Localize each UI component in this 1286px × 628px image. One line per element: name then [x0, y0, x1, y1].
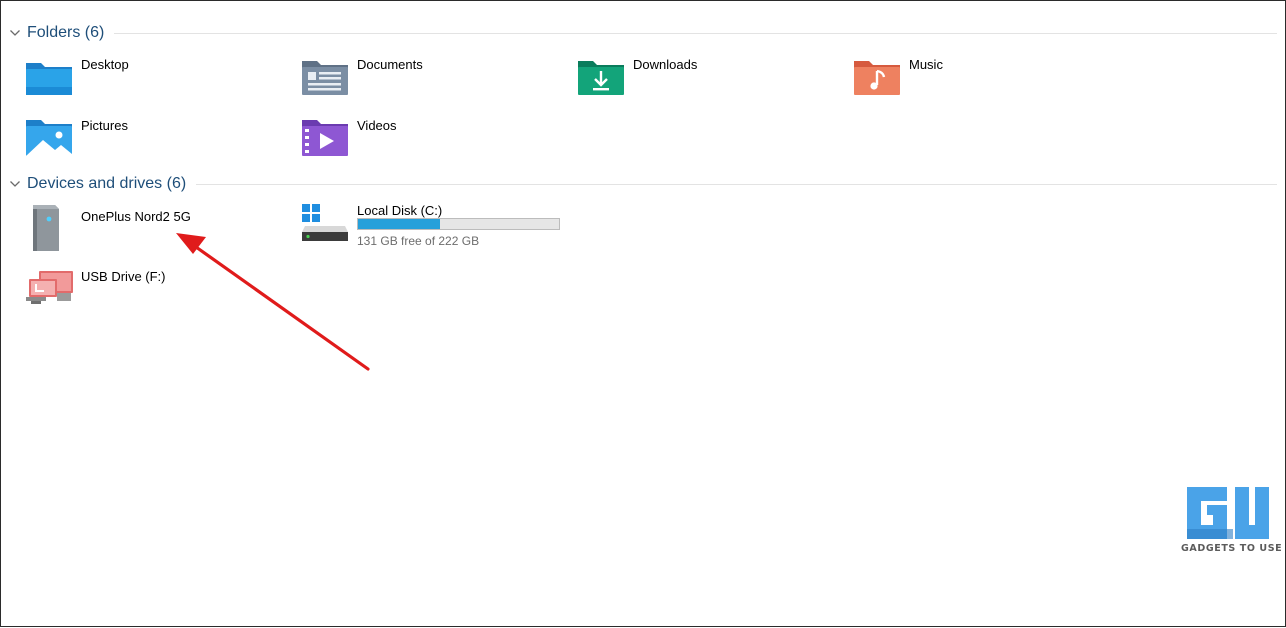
device-label: USB Drive (F:) [81, 269, 166, 284]
documents-folder-icon [302, 61, 348, 95]
folder-label: Downloads [633, 57, 698, 72]
videos-folder-icon [302, 120, 348, 156]
watermark-text: GADGETS TO USE [1181, 543, 1283, 554]
windows-drive-icon [302, 204, 348, 241]
device-label: OnePlus Nord2 5G [81, 209, 191, 224]
desktop-folder-icon [26, 63, 72, 95]
phone-device-icon [33, 205, 59, 251]
explorer-window: Folders (6) Desktop Documents Downloads … [0, 0, 1286, 627]
drive-usage-fill [358, 219, 441, 229]
folder-label: Videos [357, 118, 397, 133]
drive-usage-bar [357, 218, 560, 230]
gadgets-to-use-watermark: GADGETS TO USE [1179, 485, 1283, 559]
section-divider [196, 183, 1277, 185]
folder-label: Music [909, 57, 943, 72]
gadgets-to-use-logo [1187, 487, 1269, 539]
section-divider [114, 32, 1277, 34]
chevron-down-icon[interactable] [9, 178, 21, 190]
downloads-folder-icon [578, 61, 624, 95]
drive-label: Local Disk (C:) [357, 203, 443, 218]
folder-label: Documents [357, 57, 423, 72]
pictures-folder-icon [26, 120, 72, 156]
devices-section-header[interactable]: Devices and drives (6) [9, 173, 1277, 195]
folder-label: Desktop [81, 57, 129, 72]
folder-label: Pictures [81, 118, 128, 133]
devices-section-title: Devices and drives (6) [27, 175, 187, 192]
usb-drive-icon [26, 271, 73, 304]
folders-section-title: Folders (6) [27, 24, 105, 41]
drive-free-space: 131 GB free of 222 GB [357, 234, 480, 248]
folders-section-header[interactable]: Folders (6) [9, 22, 1277, 44]
music-folder-icon [854, 61, 900, 95]
annotation-arrow [176, 233, 370, 371]
chevron-down-icon[interactable] [9, 27, 21, 39]
